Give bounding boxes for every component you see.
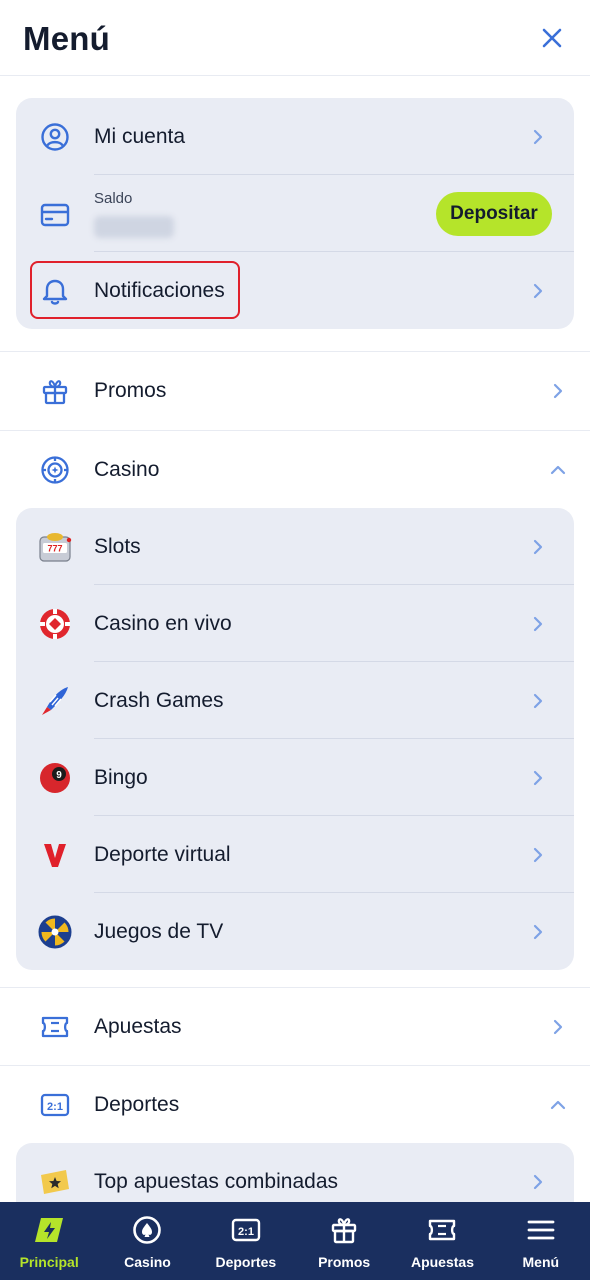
- bets-item[interactable]: Apuestas: [0, 988, 590, 1065]
- chevron-right-icon: [530, 924, 546, 940]
- page-title: Menú: [23, 20, 110, 57]
- card-icon: [38, 198, 72, 232]
- ticket-icon: [38, 1010, 72, 1044]
- casino-item-label: Casino en vivo: [94, 611, 232, 635]
- tab-label: Menú: [522, 1254, 560, 1270]
- bets-label: Apuestas: [94, 1014, 182, 1038]
- chevron-right-icon: [530, 693, 546, 709]
- chevron-right-icon: [550, 1019, 566, 1035]
- tab-principal[interactable]: Principal: [0, 1202, 98, 1280]
- balance-label: Saldo: [94, 190, 133, 207]
- chevron-right-icon: [550, 383, 566, 399]
- tab-label: Casino: [124, 1254, 171, 1270]
- close-icon: [542, 28, 562, 48]
- casino-item-bingo[interactable]: 9 Bingo: [16, 739, 574, 816]
- account-card: Mi cuenta Saldo Depositar Notificaciones: [16, 98, 574, 329]
- chevron-right-icon: [530, 1174, 546, 1190]
- casino-item-label: Crash Games: [94, 688, 224, 712]
- chevron-right-icon: [530, 847, 546, 863]
- casino-item-label: Bingo: [94, 765, 148, 789]
- gift-icon: [328, 1214, 360, 1246]
- casino-item-label: Juegos de TV: [94, 919, 224, 943]
- tab-promos[interactable]: Promos: [295, 1202, 393, 1280]
- ticket-icon: [426, 1214, 458, 1246]
- svg-text:777: 777: [47, 543, 62, 553]
- casino-item-slots[interactable]: 777 Slots: [16, 508, 574, 585]
- svg-text:9: 9: [56, 770, 62, 781]
- star-ticket-icon: [38, 1165, 72, 1199]
- sports-item-label: Top apuestas combinadas: [94, 1169, 338, 1193]
- my-account-item[interactable]: Mi cuenta: [16, 98, 574, 175]
- casino-item-live[interactable]: Casino en vivo: [16, 585, 574, 662]
- notifications-item[interactable]: Notificaciones: [16, 252, 574, 329]
- casino-label: Casino: [94, 458, 160, 481]
- virtual-v-icon: [38, 838, 72, 872]
- sports-label: Deportes: [94, 1093, 180, 1116]
- casino-chip-icon: [38, 453, 72, 487]
- notifications-label: Notificaciones: [94, 278, 225, 302]
- casino-item-label: Deporte virtual: [94, 842, 231, 866]
- scoreboard-icon: 2:1: [38, 1088, 72, 1122]
- poker-chip-icon: [38, 607, 72, 641]
- sports-section-toggle[interactable]: 2:1 Deportes: [0, 1066, 590, 1144]
- wheel-icon: [38, 915, 72, 949]
- hamburger-icon: [525, 1214, 557, 1246]
- user-icon: [38, 120, 72, 154]
- casino-section-toggle[interactable]: Casino: [0, 431, 590, 509]
- promos-item[interactable]: Promos: [0, 352, 590, 430]
- casino-item-label: Slots: [94, 534, 141, 558]
- scoreboard-icon: 2:1: [230, 1214, 262, 1246]
- tab-deportes[interactable]: 2:1 Deportes: [197, 1202, 295, 1280]
- chevron-right-icon: [530, 539, 546, 555]
- bingo-ball-icon: 9: [38, 761, 72, 795]
- chevron-up-icon: [550, 1097, 566, 1113]
- bottom-tab-bar: Principal Casino 2:1 Deportes Promos Apu…: [0, 1202, 590, 1280]
- svg-text:2:1: 2:1: [238, 1226, 254, 1238]
- slot-machine-icon: 777: [38, 530, 72, 564]
- tab-menu[interactable]: Menú: [492, 1202, 590, 1280]
- chevron-up-icon: [550, 462, 566, 478]
- chevron-right-icon: [530, 770, 546, 786]
- my-account-label: Mi cuenta: [94, 124, 186, 148]
- menu-header: Menú: [0, 0, 590, 76]
- tab-apuestas[interactable]: Apuestas: [393, 1202, 491, 1280]
- gift-icon: [38, 374, 72, 408]
- casino-submenu: 777 Slots Casino en vivo Crash Games 9 B…: [16, 508, 574, 970]
- casino-item-virtual[interactable]: Deporte virtual: [16, 816, 574, 893]
- tab-label: Promos: [318, 1254, 371, 1270]
- chip-icon: [131, 1214, 163, 1246]
- close-button[interactable]: [536, 22, 568, 54]
- chevron-right-icon: [530, 129, 546, 145]
- chevron-right-icon: [530, 283, 546, 299]
- casino-item-tv[interactable]: Juegos de TV: [16, 893, 574, 970]
- deposit-button[interactable]: Depositar: [436, 192, 552, 236]
- rocket-icon: [38, 684, 72, 718]
- tab-label: Deportes: [215, 1254, 277, 1270]
- bell-icon: [38, 274, 72, 308]
- promos-label: Promos: [94, 379, 167, 402]
- tab-label: Apuestas: [410, 1254, 474, 1270]
- tab-casino[interactable]: Casino: [98, 1202, 196, 1280]
- lightning-icon: [33, 1214, 65, 1246]
- casino-item-crash[interactable]: Crash Games: [16, 662, 574, 739]
- balance-value-hidden: [94, 216, 174, 238]
- divider: [94, 174, 574, 175]
- tab-label: Principal: [19, 1254, 79, 1270]
- svg-text:2:1: 2:1: [47, 1101, 63, 1113]
- chevron-right-icon: [530, 616, 546, 632]
